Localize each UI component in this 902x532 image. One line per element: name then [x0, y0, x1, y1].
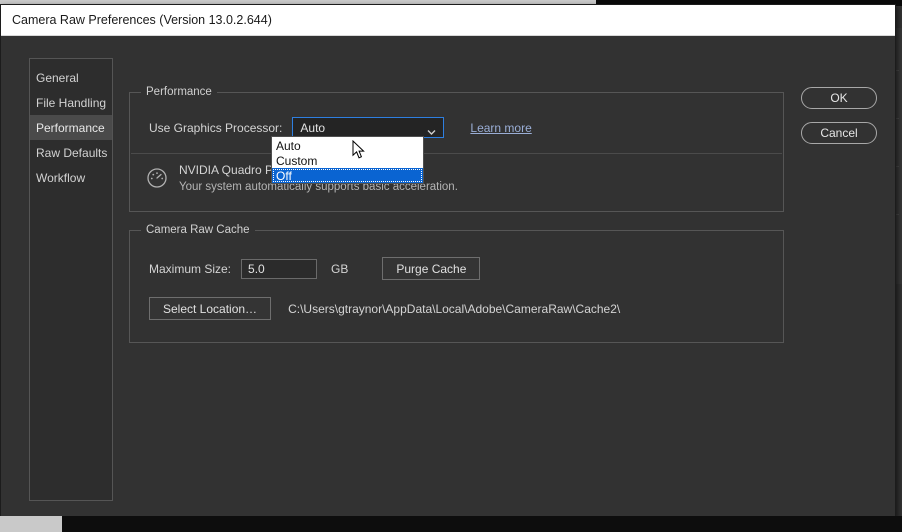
graphics-processor-label: Use Graphics Processor: — [149, 120, 283, 135]
learn-more-link[interactable]: Learn more — [470, 121, 531, 135]
performance-separator — [131, 153, 782, 154]
graphics-processor-dropdown-list[interactable]: Auto Custom Off — [271, 136, 424, 184]
sidebar-item-label: Workflow — [36, 170, 86, 185]
dialog-body: General File Handling Performance Raw De… — [1, 36, 895, 516]
bottom-left-strip — [0, 516, 62, 532]
graphics-processor-row: Use Graphics Processor: Auto Learn more — [149, 117, 532, 138]
dialog-titlebar: Camera Raw Preferences (Version 13.0.2.6… — [1, 5, 895, 36]
chevron-down-icon — [427, 123, 436, 135]
bottom-black-strip — [62, 516, 902, 532]
gauge-icon — [146, 167, 168, 189]
graphics-processor-select[interactable]: Auto — [292, 117, 445, 138]
sidebar-item-workflow[interactable]: Workflow — [30, 165, 112, 190]
ok-button[interactable]: OK — [801, 87, 877, 109]
sidebar-item-file-handling[interactable]: File Handling — [30, 90, 112, 115]
screen-root: ↗ ⬤ ◰ ⬡ ✐ ✦ ◢ ■ ⌗ ▬ ▲ Camera Raw Prefere… — [0, 0, 902, 532]
maximum-size-input[interactable]: 5.0 — [241, 258, 318, 279]
sidebar-item-label: General — [36, 70, 79, 85]
select-location-button[interactable]: Select Location… — [149, 297, 272, 320]
sidebar-item-label: Raw Defaults — [36, 145, 108, 160]
dropdown-option-off[interactable]: Off — [272, 168, 423, 183]
cache-location-row: Select Location… C:\Users\gtraynor\AppDa… — [149, 297, 620, 320]
sidebar-item-label: Performance — [36, 120, 105, 135]
sidebar-item-performance[interactable]: Performance — [30, 115, 112, 140]
maximum-size-label: Maximum Size: — [149, 261, 232, 276]
sidebar-item-general[interactable]: General — [30, 65, 112, 90]
performance-group: Performance Use Graphics Processor: Auto… — [129, 86, 784, 212]
performance-group-title: Performance — [141, 86, 217, 98]
dialog-title: Camera Raw Preferences (Version 13.0.2.6… — [12, 13, 272, 27]
dropdown-option-auto[interactable]: Auto — [272, 138, 423, 153]
size-unit-label: GB — [331, 261, 349, 276]
cache-size-row: Maximum Size: 5.0 GB Purge Cache — [149, 257, 481, 280]
dropdown-option-custom[interactable]: Custom — [272, 153, 423, 168]
graphics-processor-selected-value: Auto — [300, 120, 326, 135]
cache-group-title: Camera Raw Cache — [141, 224, 255, 236]
camera-raw-cache-group: Camera Raw Cache Maximum Size: 5.0 GB Pu… — [129, 224, 784, 343]
purge-cache-button[interactable]: Purge Cache — [382, 257, 481, 280]
cache-path-text: C:\Users\gtraynor\AppData\Local\Adobe\Ca… — [288, 301, 621, 316]
sidebar-item-raw-defaults[interactable]: Raw Defaults — [30, 140, 112, 165]
sidebar-item-label: File Handling — [36, 95, 107, 110]
preferences-nav-list[interactable]: General File Handling Performance Raw De… — [29, 58, 113, 501]
camera-raw-preferences-dialog: Camera Raw Preferences (Version 13.0.2.6… — [0, 4, 896, 517]
cancel-button[interactable]: Cancel — [801, 122, 877, 144]
